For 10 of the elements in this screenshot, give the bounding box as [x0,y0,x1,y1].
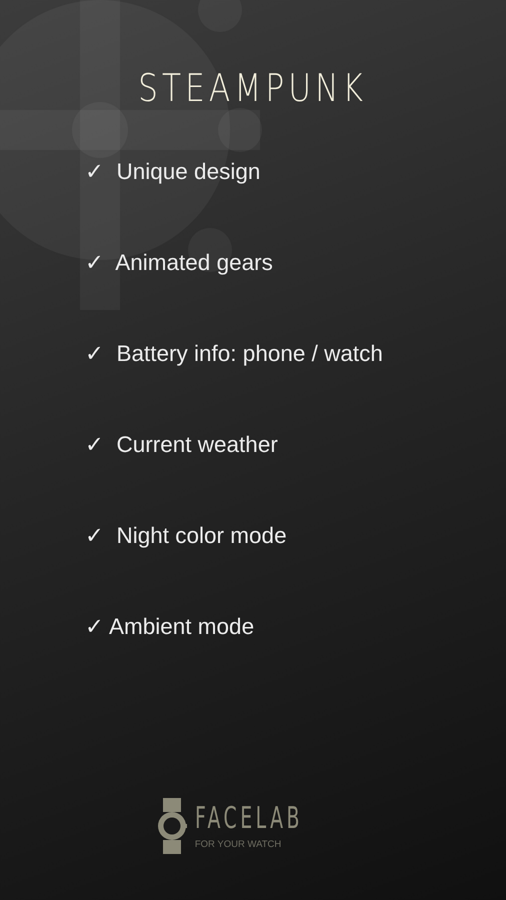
brand-tagline: FOR YOUR WATCH [194,838,282,850]
feature-item: ✓ Night color mode [85,522,288,550]
feature-item: ✓ Ambient mode [85,613,256,641]
feature-item: ✓ Battery info: phone / watch [85,340,384,368]
brand-name: FACELAB [194,802,303,834]
watch-icon [156,798,187,854]
feature-item: ✓ Animated gears [85,249,274,277]
app-title: STEAMPUNK [138,66,368,110]
feature-item: ✓ Unique design [85,158,262,186]
feature-item: ✓ Current weather [85,431,279,459]
